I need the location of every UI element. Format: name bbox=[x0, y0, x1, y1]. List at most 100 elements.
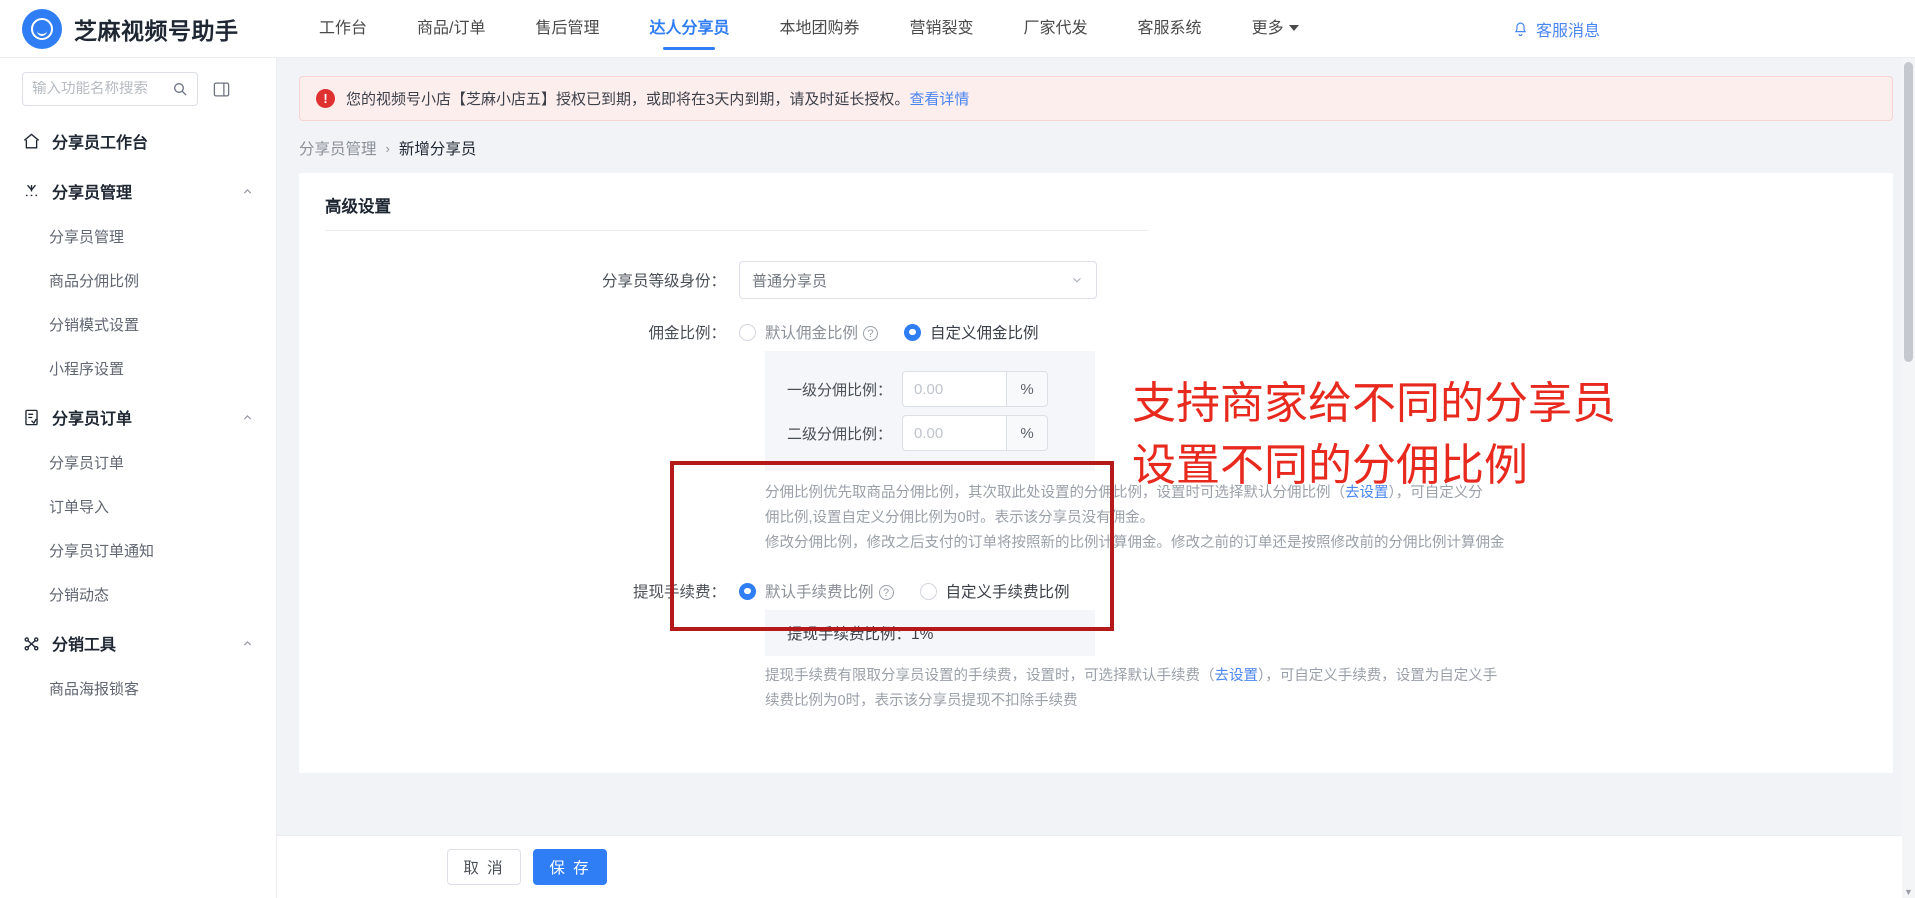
scrollbar-thumb[interactable] bbox=[1904, 62, 1913, 362]
sharer-level-row: 分享员等级身份： 普通分享员 bbox=[299, 261, 1893, 299]
commission-default-radio[interactable] bbox=[739, 323, 756, 341]
chevron-up-icon[interactable] bbox=[241, 637, 254, 650]
sidebar-group-sharer-orders[interactable]: 分享员订单 bbox=[0, 392, 276, 442]
withdraw-fee-custom-label[interactable]: 自定义手续费比例 bbox=[946, 580, 1070, 602]
sidebar-item-sharer-orders[interactable]: 分享员订单 bbox=[0, 442, 276, 486]
chevron-down-icon bbox=[1288, 25, 1299, 32]
breadcrumb-current: 新增分享员 bbox=[398, 141, 477, 158]
sidebar-group-label: 分享员工作台 bbox=[52, 135, 149, 152]
commission-go-setting-link[interactable]: 去设置 bbox=[1345, 485, 1389, 501]
sidebar-group-distribution-tools[interactable]: 分销工具 bbox=[0, 618, 276, 668]
level1-commission-row: 一级分佣比例： % bbox=[765, 371, 1095, 407]
commission-radio-group: 默认佣金比例? 自定义佣金比例 bbox=[739, 321, 1065, 343]
sidebar-search-row bbox=[0, 58, 276, 116]
sharer-level-label: 分享员等级身份： bbox=[601, 273, 726, 290]
alert-detail-link[interactable]: 查看详情 bbox=[909, 88, 969, 109]
commission-hint: 分佣比例优先取商品分佣比例，其次取此处设置的分佣比例，设置时可选择默认分佣比例（… bbox=[765, 481, 1565, 556]
question-circle-icon[interactable]: ? bbox=[878, 585, 894, 601]
sidebar-item-goods-poster-lock[interactable]: 商品海报锁客 bbox=[0, 668, 276, 712]
cancel-button[interactable]: 取 消 bbox=[447, 849, 521, 885]
percent-suffix-icon: % bbox=[1006, 415, 1048, 451]
question-circle-icon[interactable]: ? bbox=[863, 326, 879, 342]
percent-suffix-icon: % bbox=[1006, 371, 1048, 407]
sidebar-item-sharer-management[interactable]: 分享员管理 bbox=[0, 216, 276, 260]
nav-item-local-groupon[interactable]: 本地团购券 bbox=[755, 0, 885, 58]
withdraw-fee-hint-line1: 提现手续费有限取分享员设置的手续费，设置时，可选择默认手续费（去设置），可自定义… bbox=[765, 664, 1565, 689]
withdraw-fee-default-label: 默认手续费比例 bbox=[765, 584, 874, 601]
withdraw-fee-hint-line1-a: 提现手续费有限取分享员设置的手续费，设置时，可选择默认手续费（ bbox=[765, 668, 1215, 684]
nav-item-workbench[interactable]: 工作台 bbox=[294, 0, 392, 58]
commission-hint-line3: 修改分佣比例，修改之后支付的订单将按照新的比例计算佣金。修改之前的订单还是按照修… bbox=[765, 535, 1505, 551]
sidebar: 分享员工作台 分享员管理 分享员管理 商品分佣比例 分销模式设置 小程序设置 分… bbox=[0, 58, 277, 898]
brand-name: 芝麻视频号助手 bbox=[74, 17, 239, 44]
sidebar-item-distribution-feed[interactable]: 分销动态 bbox=[0, 574, 276, 618]
level1-commission-input[interactable] bbox=[902, 371, 1006, 407]
search-input[interactable] bbox=[32, 81, 172, 97]
nav-item-goods-orders[interactable]: 商品/订单 bbox=[392, 0, 510, 58]
order-doc-icon bbox=[25, 409, 38, 425]
sidebar-item-miniprogram-setting[interactable]: 小程序设置 bbox=[0, 348, 276, 392]
save-button[interactable]: 保 存 bbox=[533, 849, 607, 885]
chevron-down-icon[interactable] bbox=[1070, 273, 1084, 287]
customer-service-message-label: 客服消息 bbox=[1535, 23, 1600, 40]
sidebar-group-label: 分享员管理 bbox=[52, 185, 133, 202]
level2-commission-label: 二级分佣比例： bbox=[786, 425, 892, 443]
commission-ratio-row: 佣金比例： 默认佣金比例? 自定义佣金比例 bbox=[299, 321, 1893, 343]
withdraw-fee-label: 提现手续费： bbox=[632, 584, 726, 601]
commission-inputs-block: 一级分佣比例： % 二级分佣比例： % bbox=[765, 351, 1095, 471]
withdraw-fee-hint: 提现手续费有限取分享员设置的手续费，设置时，可选择默认手续费（去设置），可自定义… bbox=[765, 664, 1565, 714]
chevron-up-icon[interactable] bbox=[241, 411, 254, 424]
alert-text: 您的视频号小店【芝麻小店五】授权已到期，或即将在3天内到期，请及时延长授权。 bbox=[346, 91, 910, 108]
commission-default-label-wrap[interactable]: 默认佣金比例? bbox=[765, 321, 879, 343]
withdraw-fee-custom-radio[interactable] bbox=[919, 582, 937, 600]
sidebar-item-goods-commission-ratio[interactable]: 商品分佣比例 bbox=[0, 260, 276, 304]
sidebar-group-sharer-management[interactable]: 分享员管理 bbox=[0, 166, 276, 216]
commission-ratio-label: 佣金比例： bbox=[648, 325, 726, 342]
commission-custom-label[interactable]: 自定义佣金比例 bbox=[930, 321, 1039, 343]
sidebar-item-distribution-mode-setting[interactable]: 分销模式设置 bbox=[0, 304, 276, 348]
scroll-down-chevron-icon[interactable]: ▼ bbox=[1903, 886, 1914, 898]
sharer-level-value: 普通分享员 bbox=[752, 272, 828, 290]
bell-icon bbox=[1514, 22, 1527, 36]
search-icon[interactable] bbox=[172, 81, 188, 97]
advanced-settings-card: 高级设置 分享员等级身份： 普通分享员 佣金比例： 默认佣金比例? 自定义佣金比… bbox=[299, 173, 1893, 773]
panel-collapse-icon[interactable] bbox=[212, 80, 231, 99]
main-navigation: 工作台 商品/订单 售后管理 达人分享员 本地团购券 营销裂变 厂家代发 客服系… bbox=[294, 0, 1324, 58]
top-header-bar: 芝麻视频号助手 工作台 商品/订单 售后管理 达人分享员 本地团购券 营销裂变 … bbox=[0, 0, 1915, 58]
level2-commission-input[interactable] bbox=[902, 415, 1006, 451]
withdraw-fee-hint-line2: 续费比例为0时，表示该分享员提现不扣除手续费 bbox=[765, 693, 1078, 709]
nav-item-aftersale[interactable]: 售后管理 bbox=[510, 0, 624, 58]
sidebar-group-label: 分享员订单 bbox=[52, 411, 133, 428]
withdraw-fee-radio-group: 默认手续费比例? 自定义手续费比例 bbox=[739, 580, 1096, 602]
authorization-expiry-alert: ! 您的视频号小店【芝麻小店五】授权已到期，或即将在3天内到期，请及时延长授权。… bbox=[299, 76, 1893, 121]
sidebar-group-sharer-workbench[interactable]: 分享员工作台 bbox=[0, 116, 276, 166]
level2-commission-row: 二级分佣比例： % bbox=[765, 415, 1095, 451]
withdraw-fee-default-radio[interactable] bbox=[739, 582, 756, 600]
sidebar-item-sharer-order-notice[interactable]: 分享员订单通知 bbox=[0, 530, 276, 574]
withdraw-fee-go-setting-link[interactable]: 去设置 bbox=[1215, 668, 1259, 684]
level1-commission-field[interactable]: % bbox=[902, 371, 1048, 407]
brand-logo-area[interactable]: 芝麻视频号助手 bbox=[22, 8, 272, 49]
nav-item-factory-dropship[interactable]: 厂家代发 bbox=[999, 0, 1113, 58]
page-scrollbar[interactable]: ▲ ▼ bbox=[1902, 58, 1915, 898]
main-content: ! 您的视频号小店【芝麻小店五】授权已到期，或即将在3天内到期，请及时延长授权。… bbox=[277, 58, 1915, 898]
sidebar-search-box[interactable] bbox=[22, 72, 198, 106]
level2-commission-field[interactable]: % bbox=[902, 415, 1048, 451]
chevron-up-icon[interactable] bbox=[241, 185, 254, 198]
form-action-bar: 取 消 保 存 bbox=[277, 835, 1915, 898]
nav-item-marketing[interactable]: 营销裂变 bbox=[885, 0, 999, 58]
customer-service-message-entry[interactable]: 客服消息 bbox=[1512, 0, 1600, 58]
sharer-level-select[interactable]: 普通分享员 bbox=[739, 261, 1097, 299]
sidebar-item-order-import[interactable]: 订单导入 bbox=[0, 486, 276, 530]
nav-item-talent-sharer[interactable]: 达人分享员 bbox=[624, 0, 754, 58]
commission-custom-radio[interactable] bbox=[904, 323, 922, 341]
error-exclamation-icon: ! bbox=[316, 89, 335, 108]
smile-circle-logo-icon bbox=[22, 8, 62, 49]
withdraw-fee-hint-line1-b: ），可自定义手续费，设置为自定义手 bbox=[1258, 668, 1498, 684]
withdraw-fee-default-label-wrap[interactable]: 默认手续费比例? bbox=[765, 580, 894, 602]
nav-item-service-system[interactable]: 客服系统 bbox=[1113, 0, 1227, 58]
commission-hint-line1-a: 分佣比例优先取商品分佣比例，其次取此处设置的分佣比例，设置时可选择默认分佣比例（ bbox=[765, 485, 1345, 501]
nav-item-more[interactable]: 更多 bbox=[1227, 0, 1324, 58]
level1-commission-label: 一级分佣比例： bbox=[786, 381, 892, 399]
breadcrumb-parent[interactable]: 分享员管理 bbox=[299, 137, 377, 159]
